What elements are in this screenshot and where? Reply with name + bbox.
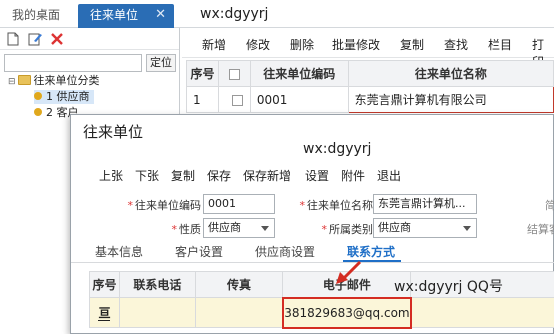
partial-field-label-1: 简 — [545, 199, 554, 212]
save-button[interactable]: 保存 — [207, 167, 231, 184]
toolbar-columns[interactable]: 栏目 — [488, 36, 512, 53]
toolbar-edit[interactable]: 修改 — [246, 36, 270, 53]
contacts-list-table: 序号 往来单位编码 往来单位名称 1 0001 东莞言鼎计算机有限公司 — [186, 60, 554, 113]
annotation-arrow-icon — [336, 260, 362, 284]
new-file-icon[interactable] — [6, 32, 20, 46]
tree-item-label: 1 供应商 — [46, 90, 90, 103]
table-row[interactable]: 1 0001 东莞言鼎计算机有限公司 — [186, 86, 554, 113]
toolbar-delete[interactable]: 删除 — [290, 36, 314, 53]
col-phone: 联系电话 — [118, 271, 196, 298]
row-checkbox[interactable] — [231, 94, 243, 106]
node-dot-icon — [34, 108, 42, 116]
top-tab-bar: 我的桌面 往来单位 ✕ wx:dgyyrj — [0, 0, 554, 28]
table-header-row: 序号 往来单位编码 往来单位名称 — [186, 60, 554, 87]
subtab-customer-settings[interactable]: 客户设置 — [175, 243, 223, 260]
category-field-label: * 所属类别 — [321, 223, 374, 236]
row-seq: 1 — [186, 86, 219, 113]
prev-record-button[interactable]: 上张 — [99, 167, 123, 184]
category-select[interactable]: 供应商 — [373, 218, 477, 238]
subtab-supplier-settings[interactable]: 供应商设置 — [255, 243, 315, 260]
code-field-label: * 往来单位编码 — [127, 199, 202, 212]
dialog-title: 往来单位 — [83, 123, 144, 141]
row-qq[interactable] — [410, 297, 554, 328]
toolbar-find[interactable]: 查找 — [444, 36, 468, 53]
close-icon[interactable]: ✕ — [155, 4, 166, 26]
tab-my-desktop[interactable]: 我的桌面 — [12, 4, 60, 28]
delete-icon[interactable] — [50, 32, 64, 46]
contact-unit-dialog: 往来单位 wx:dgyyrj 上张 下张 复制 保存 保存新增 设置 附件 退出… — [70, 114, 554, 334]
settings-button[interactable]: 设置 — [305, 167, 329, 184]
watermark-top: wx:dgyyrj — [200, 6, 269, 22]
tree-toolbar — [0, 28, 179, 50]
nature-select[interactable]: 供应商 — [203, 218, 275, 238]
tree-root-label: 往来单位分类 — [33, 74, 100, 87]
table-row[interactable]: 亘 381829683@qq.com — [89, 296, 554, 329]
locate-button[interactable]: 定位 — [146, 54, 176, 72]
node-dot-icon — [34, 92, 42, 100]
watermark-dialog: wx:dgyyrj — [303, 141, 372, 157]
subtab-contact-info[interactable]: 联系方式 — [347, 243, 395, 260]
exit-button[interactable]: 退出 — [377, 167, 401, 184]
col-seq: 序号 — [89, 271, 120, 298]
name-field[interactable]: 东莞言鼎计算机... — [373, 194, 477, 214]
nature-field-label: * 性质 — [171, 223, 202, 236]
attachment-button[interactable]: 附件 — [341, 167, 365, 184]
row-code: 0001 — [249, 86, 349, 113]
col-code: 往来单位编码 — [249, 60, 349, 87]
row-edit-marker-icon: 亘 — [98, 306, 111, 321]
row-seq-cell: 亘 — [89, 297, 120, 328]
copy-button[interactable]: 复制 — [171, 167, 195, 184]
row-phone[interactable] — [118, 297, 196, 328]
tree-search-input[interactable] — [4, 54, 142, 72]
folder-icon — [17, 75, 31, 85]
row-check[interactable] — [217, 86, 251, 113]
col-fax: 传真 — [194, 271, 284, 298]
tree-item-supplier[interactable]: 1 供应商 — [34, 90, 94, 104]
name-field-label: * 往来单位名称 — [299, 199, 374, 212]
row-email[interactable]: 381829683@qq.com — [281, 296, 412, 329]
collapse-icon[interactable]: ⊟ — [8, 77, 16, 87]
col-seq: 序号 — [186, 60, 219, 87]
toolbar-batch-edit[interactable]: 批量修改 — [332, 36, 380, 53]
toolbar-add[interactable]: 新增 — [202, 36, 226, 53]
dialog-subtabs: 基本信息 客户设置 供应商设置 联系方式 — [71, 239, 554, 263]
tab-contacts-label: 往来单位 — [90, 8, 139, 22]
select-all-checkbox[interactable] — [228, 68, 240, 80]
code-field[interactable]: 0001 — [203, 194, 275, 214]
watermark-overlay: wx:dgyyrj QQ号 — [394, 279, 503, 295]
next-record-button[interactable]: 下张 — [135, 167, 159, 184]
row-fax[interactable] — [194, 297, 284, 328]
col-check[interactable] — [217, 60, 251, 87]
col-name: 往来单位名称 — [347, 60, 554, 87]
tab-contacts[interactable]: 往来单位 ✕ — [78, 4, 174, 28]
edit-icon[interactable] — [28, 32, 42, 46]
row-name: 东莞言鼎计算机有限公司 — [347, 86, 554, 113]
tree-root[interactable]: ⊟ 往来单位分类 — [8, 74, 100, 89]
toolbar-copy[interactable]: 复制 — [400, 36, 424, 53]
subtab-basic-info[interactable]: 基本信息 — [95, 243, 143, 260]
save-new-button[interactable]: 保存新增 — [243, 167, 291, 184]
partial-field-label-2: 结算客 — [527, 223, 554, 236]
list-toolbar: 新增 修改 删除 批量修改 复制 查找 栏目 打印 — [182, 28, 554, 69]
